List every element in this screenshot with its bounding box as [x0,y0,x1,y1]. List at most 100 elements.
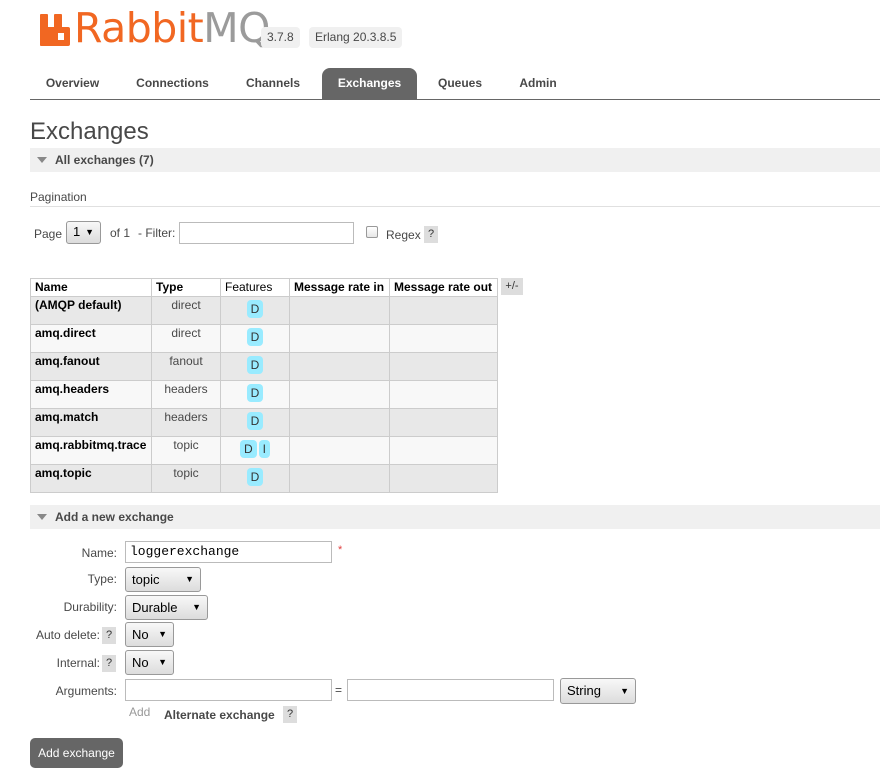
filter-input[interactable] [179,222,354,244]
add-exchange-section-toggle[interactable]: Add a new exchange [30,505,880,529]
exchange-features: D [220,464,290,493]
column-header-features: Features [220,278,290,297]
auto-delete-select[interactable]: No ▼ [125,622,174,647]
required-marker: * [338,544,343,556]
table-header-row: Name Type Features Message rate in Messa… [30,278,498,297]
dropdown-arrow-icon: ▼ [158,657,167,667]
page-title: Exchanges [30,118,149,145]
tab-admin[interactable]: Admin [508,68,568,99]
tab-connections[interactable]: Connections [125,68,220,99]
exchange-type: fanout [151,352,221,381]
tab-overview[interactable]: Overview [30,68,115,99]
exchange-name-link[interactable]: (AMQP default) [30,296,152,325]
auto-delete-label: Auto delete: [35,628,100,642]
exchange-type: direct [151,324,221,353]
equals-sign: = [335,683,343,697]
internal-badge: I [258,440,270,458]
exchange-features: D [220,324,290,353]
message-rate-out [389,408,498,437]
durable-badge: D [246,384,264,402]
tab-exchanges[interactable]: Exchanges [322,68,417,99]
alternate-exchange-link[interactable]: Alternate exchange [164,708,275,722]
exchange-name-link[interactable]: amq.topic [30,464,152,493]
argument-key-input[interactable] [125,679,332,701]
regex-help-button[interactable]: ? [424,226,438,243]
all-exchanges-section-toggle[interactable]: All exchanges (7) [30,148,880,172]
exchange-features: D [220,408,290,437]
argument-type-select-value: String [567,683,601,698]
auto-delete-help-button[interactable]: ? [102,627,116,644]
durable-badge: D [246,468,264,486]
exchange-type: topic [151,436,221,465]
dropdown-arrow-icon: ▼ [620,686,629,696]
message-rate-in [289,352,390,381]
pagination-divider [30,206,880,207]
column-header-type[interactable]: Type [151,278,221,297]
erlang-version-badge: Erlang 20.3.8.5 [309,27,403,48]
durable-badge: D [239,440,257,458]
page-select[interactable]: 1 ▼ [66,221,101,244]
rabbitmq-version-badge: 3.7.8 [261,27,300,48]
message-rate-out [389,352,498,381]
add-argument-link[interactable]: Add [129,705,150,719]
exchange-name-link[interactable]: amq.match [30,408,152,437]
regex-checkbox[interactable] [366,226,378,238]
message-rate-out [389,464,498,493]
collapse-triangle-icon [37,157,47,163]
column-header-rate-out[interactable]: Message rate out [389,278,498,297]
exchange-name-input[interactable]: loggerexchange [125,541,332,563]
exchange-name-link[interactable]: amq.headers [30,380,152,409]
logo-wordmark: RabbitMQ [74,4,270,52]
tab-queues[interactable]: Queues [428,68,492,99]
argument-type-select[interactable]: String ▼ [560,678,636,704]
exchanges-table: Name Type Features Message rate in Messa… [30,278,498,493]
exchange-name-link[interactable]: amq.fanout [30,352,152,381]
add-exchange-button[interactable]: Add exchange [30,738,123,768]
collapse-triangle-icon [37,514,47,520]
column-header-rate-in[interactable]: Message rate in [289,278,390,297]
page-label: Page [34,227,63,241]
dropdown-arrow-icon: ▼ [85,227,94,237]
table-row: amq.topic topic D [30,464,498,493]
dropdown-arrow-icon: ▼ [192,602,201,612]
argument-value-input[interactable] [347,679,554,701]
exchange-type: topic [151,464,221,493]
pagination-title: Pagination [30,190,87,204]
message-rate-in [289,436,390,465]
table-row: (AMQP default) direct D [30,296,498,325]
regex-label: Regex [386,228,421,242]
column-header-name[interactable]: Name [30,278,152,297]
type-label: Type: [87,572,117,586]
durable-badge: D [246,412,264,430]
tab-channels[interactable]: Channels [236,68,310,99]
main-nav: Overview Connections Channels Exchanges … [30,68,880,100]
exchange-type: headers [151,380,221,409]
exchange-name-link[interactable]: amq.direct [30,324,152,353]
auto-delete-select-value: No [132,627,149,642]
durability-label: Durability: [63,600,117,614]
all-exchanges-label: All exchanges (7) [55,153,154,167]
exchange-name-link[interactable]: amq.rabbitmq.trace [30,436,152,465]
arguments-label: Arguments: [55,684,117,698]
columns-toggle-button[interactable]: +/- [501,278,523,295]
table-row: amq.direct direct D [30,324,498,353]
filter-label: - Filter: [138,226,176,240]
dropdown-arrow-icon: ▼ [185,574,194,584]
durable-badge: D [246,328,264,346]
alternate-exchange-help-button[interactable]: ? [283,706,297,723]
message-rate-in [289,408,390,437]
exchange-features: D [220,352,290,381]
name-label: Name: [81,546,117,560]
durable-badge: D [246,300,264,318]
type-select[interactable]: topic ▼ [125,567,201,592]
message-rate-in [289,380,390,409]
durability-select[interactable]: Durable ▼ [125,595,208,620]
exchange-features: D [220,296,290,325]
type-select-value: topic [132,572,160,587]
table-row: amq.fanout fanout D [30,352,498,381]
internal-select[interactable]: No ▼ [125,650,174,675]
page-select-value: 1 [73,224,81,239]
internal-select-value: No [132,655,149,670]
internal-help-button[interactable]: ? [102,655,116,672]
exchange-type: direct [151,296,221,325]
